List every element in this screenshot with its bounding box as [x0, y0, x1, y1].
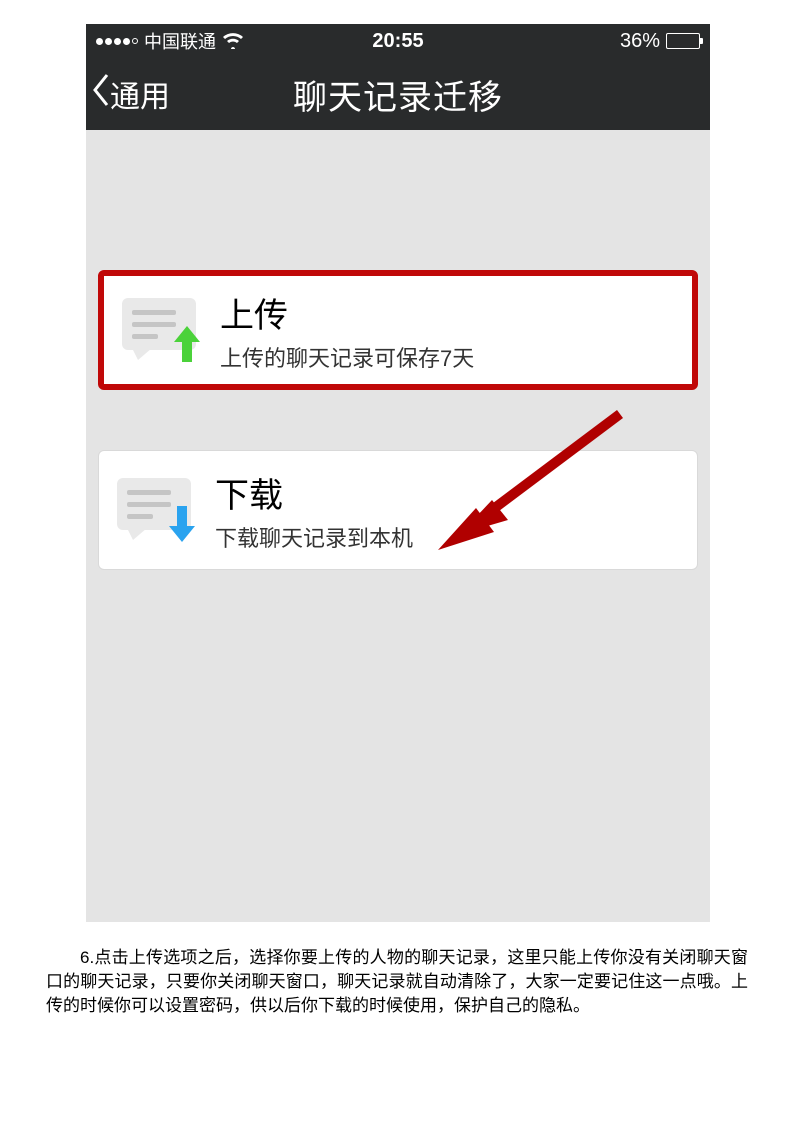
instruction-paragraph: 6.点击上传选项之后，选择你要上传的人物的聊天记录，这里只能上传你没有关闭聊天窗…	[46, 946, 748, 1018]
status-bar: 中国联通 20:55 36%	[86, 24, 710, 58]
content-area: 上传 上传的聊天记录可保存7天 下载 下载聊天记录到本机	[86, 270, 710, 570]
download-arrow-icon	[167, 504, 197, 544]
upload-option[interactable]: 上传 上传的聊天记录可保存7天	[98, 270, 698, 390]
status-time: 20:55	[372, 30, 423, 53]
status-left: 中国联通	[96, 28, 372, 54]
carrier-label: 中国联通	[144, 28, 216, 54]
back-label: 通用	[110, 72, 170, 116]
page-title: 聊天记录迁移	[293, 70, 503, 119]
download-option[interactable]: 下载 下载聊天记录到本机	[98, 450, 698, 570]
upload-subtitle: 上传的聊天记录可保存7天	[220, 341, 474, 373]
battery-icon	[666, 33, 700, 49]
upload-text: 上传 上传的聊天记录可保存7天	[220, 288, 474, 373]
upload-title: 上传	[220, 288, 474, 337]
battery-percent: 36%	[620, 30, 660, 53]
chat-upload-icon	[122, 298, 200, 362]
download-subtitle: 下载聊天记录到本机	[215, 521, 413, 553]
wifi-icon	[222, 33, 244, 49]
phone-screenshot: 中国联通 20:55 36% 通用 聊天记录迁移	[86, 24, 710, 922]
chat-download-icon	[117, 478, 195, 542]
download-title: 下载	[215, 468, 413, 517]
status-right: 36%	[424, 30, 700, 53]
nav-bar: 通用 聊天记录迁移	[86, 58, 710, 130]
upload-arrow-icon	[172, 324, 202, 364]
chevron-left-icon	[92, 73, 110, 115]
download-text: 下载 下载聊天记录到本机	[215, 468, 413, 553]
instruction-text: 6.点击上传选项之后，选择你要上传的人物的聊天记录，这里只能上传你没有关闭聊天窗…	[46, 948, 748, 1015]
signal-strength-icon	[96, 38, 138, 45]
back-button[interactable]: 通用	[86, 72, 170, 116]
